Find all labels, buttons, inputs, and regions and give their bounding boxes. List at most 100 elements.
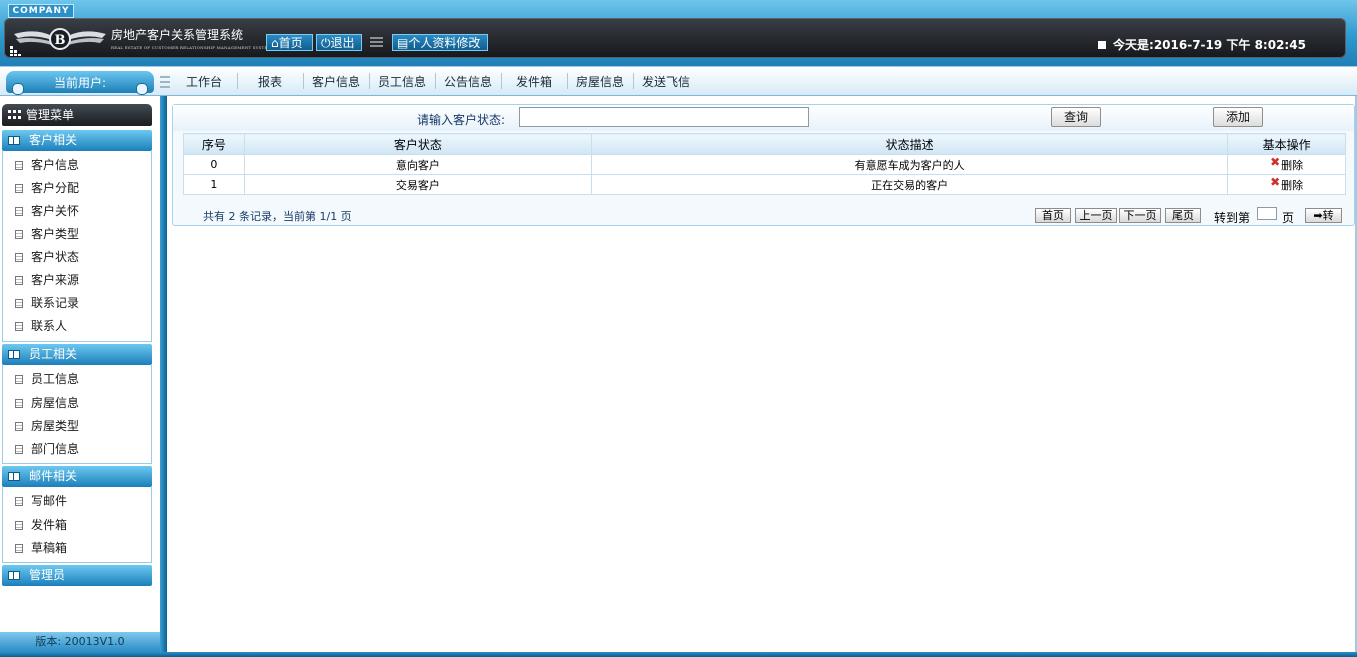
system-title: 房地产客户关系管理系统: [111, 28, 244, 42]
sidebar-item-department-info[interactable]: 部门信息: [15, 441, 79, 457]
list-lines-icon: [370, 37, 383, 47]
document-icon: [15, 253, 23, 262]
document-icon: [15, 399, 23, 408]
cell-description: 正在交易的客户: [590, 174, 1229, 195]
pager-info: 共有 2 条记录，当前第 1/1 页: [203, 210, 352, 223]
sidebar-group-label: 客户相关: [29, 133, 78, 147]
customer-status-search-input[interactable]: [519, 107, 809, 127]
sidebar-item-customer-status[interactable]: 客户状态: [15, 249, 79, 265]
prev-page-button[interactable]: 上一页: [1075, 208, 1117, 223]
document-icon: [15, 276, 23, 285]
date-value: 2016-7-19 下午 8:02:45: [1153, 38, 1306, 52]
sidebar-item-label: 部门信息: [31, 442, 80, 456]
date-display: 今天是:2016-7-19 下午 8:02:45: [1098, 36, 1306, 53]
first-page-button[interactable]: 首页: [1035, 208, 1071, 223]
delete-icon: ✖: [1270, 154, 1281, 169]
cell-id: 0: [183, 154, 245, 175]
table-header-row: 序号 客户状态 状态描述 基本操作: [183, 133, 1346, 155]
home-icon: ⌂: [271, 36, 279, 50]
sidebar-group-mail[interactable]: 邮件相关: [2, 466, 152, 487]
document-icon: [15, 521, 23, 530]
profile-edit-button[interactable]: ▤个人资料修改: [392, 34, 488, 51]
sidebar-item-label: 房屋信息: [31, 396, 80, 410]
goto-page-input[interactable]: [1257, 207, 1277, 220]
delete-label: 删除: [1281, 178, 1304, 192]
sidebar-item-label: 草稿箱: [31, 541, 68, 555]
sidebar-item-customer-type[interactable]: 客户类型: [15, 226, 79, 242]
sidebar-group-admin[interactable]: 管理员: [2, 565, 152, 586]
square-bullet-icon: [1098, 41, 1106, 49]
search-bar: 请输入客户状态: 查询 添加: [173, 105, 1354, 131]
cell-actions: ✖删除: [1227, 174, 1346, 195]
sidebar-group-employee[interactable]: 员工相关: [2, 344, 152, 365]
nav-divider: [633, 73, 634, 89]
nav-workbench[interactable]: 工作台: [186, 73, 222, 90]
delete-link[interactable]: ✖删除: [1270, 155, 1303, 172]
query-button[interactable]: 查询: [1051, 107, 1101, 127]
page-unit-label: 页: [1282, 211, 1295, 225]
sidebar-item-house-info[interactable]: 房屋信息: [15, 395, 79, 411]
sidebar-item-customer-care[interactable]: 客户关怀: [15, 203, 79, 219]
sidebar-item-employee-info[interactable]: 员工信息: [15, 371, 79, 387]
nav-announcement-info[interactable]: 公告信息: [444, 73, 492, 90]
sidebar-item-contact-person[interactable]: 联系人: [15, 318, 67, 334]
sidebar-item-contact-record[interactable]: 联系记录: [15, 295, 79, 311]
nav-reports[interactable]: 报表: [258, 73, 282, 90]
sidebar-item-label: 客户关怀: [31, 204, 80, 218]
sidebar-item-label: 联系人: [31, 319, 68, 333]
delete-link[interactable]: ✖删除: [1270, 175, 1304, 192]
nav-house-info[interactable]: 房屋信息: [576, 73, 624, 90]
last-page-button[interactable]: 尾页: [1165, 208, 1201, 223]
current-user-label: 当前用户:: [53, 76, 107, 90]
sidebar-item-label: 写邮件: [31, 494, 68, 508]
sidebar-item-label: 员工信息: [31, 372, 80, 386]
document-icon: [15, 230, 23, 239]
nav-divider: [369, 73, 370, 89]
delete-icon: ✖: [1270, 174, 1281, 189]
sidebar-menu-header: 管理菜单: [2, 104, 152, 126]
sidebar-item-customer-source[interactable]: 客户来源: [15, 272, 79, 288]
goto-button[interactable]: ➡转: [1305, 208, 1342, 223]
home-label: 首页: [278, 36, 303, 50]
document-icon: [15, 207, 23, 216]
logo-icon: B: [14, 28, 106, 50]
sidebar-group-label: 员工相关: [29, 347, 78, 361]
cell-description: 有意愿车成为客户的人: [590, 154, 1229, 175]
nav-send-fetion[interactable]: 发送飞信: [642, 73, 690, 90]
sidebar-item-label: 客户信息: [31, 158, 80, 172]
nav-divider: [567, 73, 568, 89]
sidebar-group-customer[interactable]: 客户相关: [2, 130, 152, 151]
sidebar-item-write-mail[interactable]: 写邮件: [15, 493, 67, 509]
sidebar-item-house-type[interactable]: 房屋类型: [15, 418, 79, 434]
grid-dots-icon: [10, 46, 21, 56]
next-page-button[interactable]: 下一页: [1119, 208, 1161, 223]
nav-employee-info[interactable]: 员工信息: [378, 73, 426, 90]
table-row: 0 意向客户 有意愿车成为客户的人 ✖删除: [183, 154, 1346, 175]
column-header: 客户状态: [243, 133, 592, 155]
cell-id: 1: [183, 174, 245, 195]
document-icon: [15, 299, 23, 308]
power-icon: ⏻: [321, 36, 331, 50]
sidebar-item-customer-assign[interactable]: 客户分配: [15, 180, 79, 196]
exit-button[interactable]: ⏻退出: [316, 34, 362, 51]
top-banner: COMPANY B 房地产客户关系管理系统 REAL ESTATE OF CUS…: [0, 0, 1357, 66]
column-header: 状态描述: [590, 133, 1229, 155]
home-button[interactable]: ⌂首页: [266, 34, 313, 51]
document-icon: [15, 161, 23, 170]
grid-dots-icon: [8, 110, 21, 119]
sidebar-item-label: 客户类型: [31, 227, 80, 241]
nav-customer-info[interactable]: 客户信息: [312, 73, 360, 90]
current-user-tab: 当前用户:: [6, 71, 154, 95]
sidebar-item-outbox[interactable]: 发件箱: [15, 517, 67, 533]
sidebar-item-drafts[interactable]: 草稿箱: [15, 540, 67, 556]
sidebar-item-customer-info[interactable]: 客户信息: [15, 157, 79, 173]
sidebar-item-label: 发件箱: [31, 518, 68, 532]
add-button[interactable]: 添加: [1213, 107, 1263, 127]
nav-outbox[interactable]: 发件箱: [516, 73, 552, 90]
nav-divider: [501, 73, 502, 89]
exit-label: 退出: [330, 36, 355, 50]
ring-icon: [12, 83, 24, 95]
document-icon: [15, 497, 23, 506]
main-panel: 请输入客户状态: 查询 添加 序号 客户状态 状态描述 基本操作 0 意向客户 …: [172, 104, 1355, 226]
sidebar-menu-title: 管理菜单: [26, 108, 75, 122]
